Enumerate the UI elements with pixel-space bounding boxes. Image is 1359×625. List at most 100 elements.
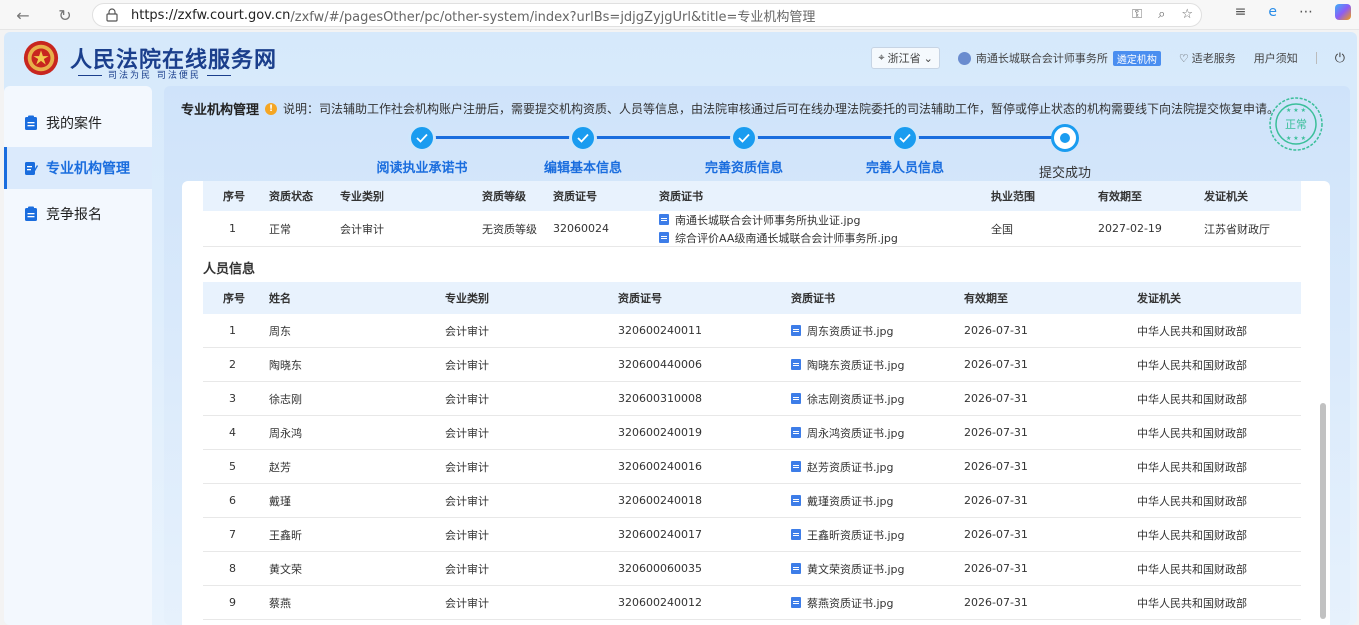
row-no: 5 [229,460,236,473]
site-header: 人民法院在线服务网 司法为民 司法便民 ⌖ 浙江省 ⌄ 南通长城联合会计师事务所… [4,32,1357,86]
cert-file-link[interactable]: 周东资质证书.jpg [791,323,894,339]
issuer-cell: 江苏省财政厅 [1204,222,1270,236]
court-emblem-icon[interactable] [22,39,60,77]
table-row: 3 徐志刚 会计审计 320600310008 徐志刚资质证书.jpg 2026-07-3… [203,382,1301,416]
table-row: 2 陶晓东 会计审计 320600440006 陶晓东资质证书.jpg 2026-07-3… [203,348,1301,382]
key-icon[interactable]: ⚿ [1132,7,1142,22]
row-no: 3 [229,392,236,405]
browser-toolbar: ← ↻ https://zxfw.court.gov.cn/zxfw/#/pag… [0,0,1359,30]
site-info-icon[interactable] [105,8,119,22]
sidebar-item-competition[interactable]: 竞争报名 [4,193,152,235]
user-notice-label: 用户须知 [1253,52,1298,65]
name-cell: 周东 [269,324,291,338]
user-account[interactable]: 南通长城联合会计师事务所 遴定机构 [957,50,1161,66]
cert-cell: 周东资质证书.jpg [791,314,894,347]
cert-cell: 徐志刚资质证书.jpg [791,382,905,415]
cert-file-link[interactable]: 南通长城联合会计师事务所执业证.jpg [659,212,861,228]
cert-file-link[interactable]: 徐志刚资质证书.jpg [791,391,905,407]
cert-file-link[interactable]: 陶晓东资质证书.jpg [791,357,905,373]
more-icon[interactable]: ⋯ [1299,4,1313,20]
elder-service-link[interactable]: ♡ 适老服务 [1179,50,1236,66]
cert-no-cell: 32060024 [553,222,609,235]
sidebar-item-my-cases[interactable]: 我的案件 [4,102,152,144]
cert-no-cell: 320600240018 [618,494,702,507]
cert-no-cell: 320600440006 [618,358,702,371]
info-icon: ! [265,102,278,115]
table-row: 4 周永鸿 会计审计 320600240019 周永鸿资质证书.jpg 2026-07-3… [203,416,1301,450]
vertical-scrollbar[interactable] [1320,403,1326,619]
cert-no-cell: 320600310008 [618,392,702,405]
cert-file-link[interactable]: 黄文荣资质证书.jpg [791,561,905,577]
expiry-cell: 2026-07-31 [964,426,1028,439]
cert-file-link[interactable]: 赵芳资质证书.jpg [791,459,894,475]
elder-service-label: 适老服务 [1191,52,1236,65]
table-row: 1 周东 会计审计 320600240011 周东资质证书.jpg 2026-07-31 中… [203,314,1301,348]
region-selector[interactable]: ⌖ 浙江省 ⌄ [871,47,940,69]
site-subtitle: 司法为民 司法便民 [72,68,237,81]
col-header: 资质状态 [269,190,313,203]
cert-cell: 赵芳资质证书.jpg [791,450,894,483]
cert-cell: 陶晓东资质证书.jpg [791,348,905,381]
step-3-check-icon [730,124,758,152]
cert-file-link[interactable]: 周永鸿资质证书.jpg [791,425,905,441]
favorites-icon[interactable]: ≡ [1235,4,1247,20]
file-icon [791,427,801,438]
expiry-cell: 2026-07-31 [964,392,1028,405]
cert-file-name: 综合评价AA级南通长城联合会计师事务所.jpg [675,231,898,245]
expiry-cell: 2026-07-31 [964,460,1028,473]
scope-cell: 全国 [991,222,1013,236]
file-icon [791,495,801,506]
row-no: 1 [229,324,236,337]
chevron-down-icon: ⌄ [923,51,933,65]
stamp-text: 正常 [1285,118,1307,131]
zoom-icon[interactable]: ⌕ [1158,7,1165,22]
location-icon: ⌖ [878,51,885,64]
cert-file-link[interactable]: 蔡燕资质证书.jpg [791,595,894,611]
step-2-label: 编辑基本信息 [543,161,623,176]
url-path: /zxfw/#/pagesOther/pc/other-system/index… [290,9,816,25]
user-notice-link[interactable]: 用户须知 [1254,50,1298,66]
sidebar-item-org-management[interactable]: 专业机构管理 [4,147,152,189]
cert-no-cell: 320600240012 [618,596,702,609]
divider [1315,52,1317,64]
category-cell: 会计审计 [445,528,489,542]
expiry-cell: 2026-07-31 [964,562,1028,575]
cert-file-link[interactable]: 戴瑾资质证书.jpg [791,493,894,509]
cert-file-link[interactable]: 王鑫昕资质证书.jpg [791,527,905,543]
name-cell: 陶晓东 [269,358,302,372]
name-cell: 王鑫昕 [269,528,302,542]
col-header: 执业范围 [991,190,1035,203]
logout-power-icon[interactable]: ⏻ [1335,51,1345,66]
refresh-icon[interactable]: ↻ [54,4,76,26]
cert-cell: 王鑫昕资质证书.jpg [791,518,905,551]
cert-no-cell: 320600240019 [618,426,702,439]
edge-icon[interactable]: e [1268,4,1277,20]
sidebar-item-label: 我的案件 [46,116,102,132]
cert-cell: 南通长城联合会计师事务所执业证.jpg 综合评价AA级南通长城联合会计师事务所.… [659,211,898,246]
file-icon [791,529,801,540]
file-icon [791,359,801,370]
step-2-check-icon [569,124,597,152]
step-1-check-icon [408,124,436,152]
level-cell: 无资质等级 [482,222,537,236]
col-header: 姓名 [269,292,291,305]
cert-file-name: 王鑫昕资质证书.jpg [807,528,905,542]
cert-file-name: 蔡燕资质证书.jpg [807,596,894,610]
clipboard-icon [25,115,37,130]
content-panel[interactable]: 序号 资质状态 专业类别 资质等级 资质证号 资质证书 执业范围 有效期至 发证… [182,181,1330,625]
name-cell: 周永鸿 [269,426,302,440]
address-bar[interactable]: https://zxfw.court.gov.cn/zxfw/#/pagesOt… [92,3,1202,27]
cert-file-link[interactable]: 综合评价AA级南通长城联合会计师事务所.jpg [659,230,898,246]
row-no: 4 [229,426,236,439]
table-row: 1 正常 会计审计 无资质等级 32060024 南通长城联合会计师事务所执业证… [203,211,1301,247]
name-cell: 戴瑾 [269,494,291,508]
file-icon [659,214,669,225]
copilot-icon[interactable] [1335,4,1351,20]
cert-cell: 周永鸿资质证书.jpg [791,416,905,449]
file-icon [791,325,801,336]
table-row: 8 黄文荣 会计审计 320600060035 黄文荣资质证书.jpg 2026-07-3… [203,552,1301,586]
category-cell: 会计审计 [445,596,489,610]
cert-file-name: 徐志刚资质证书.jpg [807,392,905,406]
favorite-star-icon[interactable]: ☆ [1181,7,1193,22]
back-icon[interactable]: ← [12,4,34,26]
